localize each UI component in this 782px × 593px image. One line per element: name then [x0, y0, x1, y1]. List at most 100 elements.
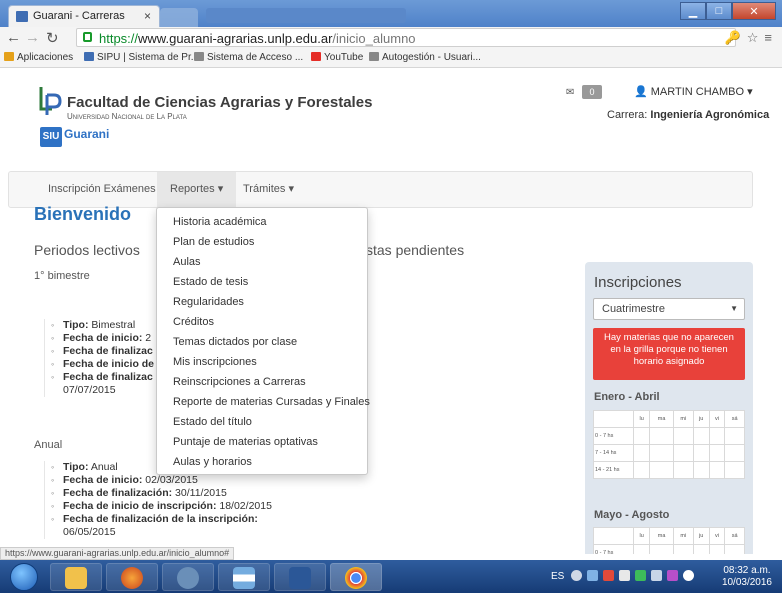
- main-navbar: Inscripción Exámenes Reportes ▾ Trámites…: [8, 171, 753, 208]
- carrera-value: Ingeniería Agronómica: [650, 109, 770, 121]
- list-item: Tipo: Bimestral: [51, 319, 154, 332]
- menu-item-reinscripciones[interactable]: Reinscripciones a Carreras: [173, 376, 306, 388]
- url-text: https://www.guarani-agrarias.unlp.edu.ar…: [99, 31, 416, 46]
- menu-item-puntaje-optativas[interactable]: Puntaje de materias optativas: [173, 436, 318, 448]
- list-item: Fecha de inicio: 2: [51, 332, 154, 345]
- menu-item-temas-dictados[interactable]: Temas dictados por clase: [173, 336, 297, 348]
- menu-item-aulas[interactable]: Aulas: [173, 256, 201, 268]
- list-item: Fecha de finalizac: [51, 345, 154, 358]
- page-title: Bienvenido: [34, 204, 132, 224]
- taskbar-word[interactable]: [274, 563, 326, 591]
- taskbar-chrome[interactable]: [330, 563, 382, 591]
- taskbar-explorer[interactable]: [50, 563, 102, 591]
- tray-icon[interactable]: [587, 570, 598, 581]
- word-icon: [289, 567, 311, 589]
- unlp-logo-icon: [39, 87, 62, 115]
- taskbar-clock[interactable]: 08:32 a.m. 10/03/2016: [722, 565, 772, 589]
- menu-item-historia-academica[interactable]: Historia académica: [173, 216, 267, 228]
- table-row: 14 - 21 hs: [593, 461, 745, 479]
- network-icon[interactable]: [635, 570, 646, 581]
- tray-icon[interactable]: [667, 570, 678, 581]
- tray-icon[interactable]: [603, 570, 614, 581]
- browser-tab[interactable]: Guarani - Carreras ×: [8, 5, 160, 27]
- pendientes-heading: stas pendientes: [366, 242, 465, 258]
- nav-inscripcion-examenes[interactable]: Inscripción Exámenes: [35, 172, 169, 207]
- caret-down-icon: ▾: [217, 183, 224, 195]
- schedule-grid-2: lu ma mi ju vi sá 0 - 7 hs: [593, 527, 745, 554]
- window-controls: ▁ □ ✕: [680, 2, 776, 20]
- address-bar[interactable]: https://www.guarani-agrarias.unlp.edu.ar…: [76, 28, 736, 47]
- guarani-logo-text: Guarani: [64, 127, 110, 141]
- menu-item-estado-del-titulo[interactable]: Estado del título: [173, 416, 252, 428]
- list-item: Fecha de inicio de: [51, 358, 154, 371]
- toolbar-icons[interactable]: 🔑☆≡: [725, 30, 778, 46]
- chrome-icon: [345, 567, 367, 589]
- tray-icon[interactable]: [571, 570, 582, 581]
- bookmark-youtube[interactable]: YouTube: [311, 52, 363, 63]
- nav-tramites[interactable]: Trámites ▾: [230, 172, 307, 207]
- periodos-heading: Periodos lectivos: [34, 242, 140, 258]
- page-content: Facultad de Ciencias Agrarias y Forestal…: [0, 69, 782, 554]
- flag-tray-icon[interactable]: [619, 570, 630, 581]
- bookmark-apps[interactable]: Aplicaciones: [4, 52, 73, 63]
- taskbar-app[interactable]: [162, 563, 214, 591]
- table-row: 0 - 7 hs: [593, 544, 745, 554]
- bookmark-acceso[interactable]: Sistema de Acceso ...: [194, 52, 303, 63]
- page-icon: [194, 52, 204, 61]
- bookmarks-bar: Aplicaciones SIPU | Sistema de Pr... Sis…: [0, 49, 782, 68]
- no-horario-alert: Hay materias que no aparecen en la grill…: [593, 328, 745, 380]
- forward-arrow-icon[interactable]: →: [25, 29, 40, 46]
- menu-item-reporte-materias[interactable]: Reporte de materias Cursadas y Finales: [173, 396, 370, 408]
- reload-icon[interactable]: ↻: [46, 29, 59, 47]
- browser-toolbar: ← → ↻ https://www.guarani-agrarias.unlp.…: [0, 27, 782, 49]
- inscripciones-title: Inscripciones: [594, 274, 682, 291]
- inscripciones-panel: Inscripciones Cuatrimestre ▼ Hay materias…: [585, 262, 753, 554]
- menu-item-aulas-y-horarios[interactable]: Aulas y horarios: [173, 456, 252, 468]
- close-window-button[interactable]: ✕: [732, 2, 776, 20]
- mayo-agosto-heading: Mayo - Agosto: [594, 509, 670, 521]
- tab-title: Guarani - Carreras: [33, 10, 125, 22]
- anual-title: Anual: [34, 439, 63, 451]
- caret-down-icon: ▾: [747, 86, 753, 98]
- siu-logo-box: SIU: [40, 127, 62, 147]
- bookmark-sipu[interactable]: SIPU | Sistema de Pr...: [84, 52, 199, 63]
- folder-icon: [65, 567, 87, 589]
- new-tab-button[interactable]: [160, 8, 198, 27]
- taskbar-firefox[interactable]: [106, 563, 158, 591]
- user-menu[interactable]: 👤 MARTIN CHAMBO ▾: [634, 85, 753, 98]
- bimestre-details: Tipo: Bimestral Fecha de inicio: 2 Fecha…: [44, 319, 154, 397]
- nav-reportes[interactable]: Reportes ▾: [157, 172, 237, 207]
- apps-grid-icon: [4, 52, 14, 61]
- favicon-icon: [16, 11, 28, 22]
- windows-taskbar: ES 08:32 a.m. 10/03/2016: [0, 560, 782, 593]
- tab-close-icon[interactable]: ×: [144, 9, 151, 23]
- messages-badge[interactable]: 0: [582, 85, 602, 99]
- menu-item-plan-de-estudios[interactable]: Plan de estudios: [173, 236, 254, 248]
- menu-item-estado-de-tesis[interactable]: Estado de tesis: [173, 276, 248, 288]
- enero-abril-heading: Enero - Abril: [594, 391, 660, 403]
- back-arrow-icon[interactable]: ←: [6, 29, 21, 46]
- bimestre-title: 1° bimestre: [34, 270, 90, 282]
- minimize-button[interactable]: ▁: [680, 2, 706, 20]
- envelope-icon[interactable]: ✉: [566, 87, 574, 98]
- university-name: Universidad Nacional de La Plata: [67, 112, 187, 121]
- app-icon: [177, 567, 199, 589]
- language-indicator[interactable]: ES: [551, 571, 564, 582]
- volume-icon[interactable]: [651, 570, 662, 581]
- list-item: Fecha de finalización: 30/11/2015: [51, 487, 272, 500]
- faculty-title: Facultad de Ciencias Agrarias y Forestal…: [67, 94, 373, 111]
- start-button[interactable]: [10, 563, 38, 591]
- menu-item-regularidades[interactable]: Regularidades: [173, 296, 244, 308]
- page-icon: [369, 52, 379, 61]
- menu-item-creditos[interactable]: Créditos: [173, 316, 214, 328]
- list-item: Fecha de finalizac07/07/2015: [51, 371, 154, 397]
- tray-icon[interactable]: [683, 570, 694, 581]
- bookmark-autogestion[interactable]: Autogestión - Usuari...: [369, 52, 481, 63]
- list-item: Fecha de inicio de inscripción: 18/02/20…: [51, 500, 272, 513]
- youtube-icon: [311, 52, 321, 61]
- taskbar-flag-app[interactable]: [218, 563, 270, 591]
- periodo-select[interactable]: Cuatrimestre ▼: [593, 298, 745, 320]
- menu-item-mis-inscripciones[interactable]: Mis inscripciones: [173, 356, 257, 368]
- maximize-button[interactable]: □: [706, 2, 732, 20]
- firefox-icon: [121, 567, 143, 589]
